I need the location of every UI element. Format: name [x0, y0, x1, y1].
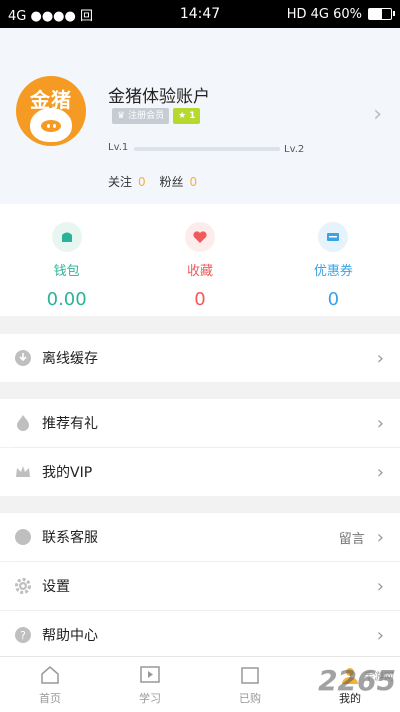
offline-cache-label: 离线缓存 [42, 351, 98, 367]
gear-icon [12, 575, 34, 597]
recommend-label: 推荐有礼 [42, 416, 98, 432]
tab-study-label: 学习 [139, 692, 161, 705]
download-icon [12, 347, 34, 369]
status-bar: 4G ●●●● 回 14:47 HD 4G 60% [0, 0, 400, 28]
account-name: 金猪体验账户 [108, 87, 210, 107]
fans-label[interactable]: 粉丝 [159, 175, 183, 189]
help-icon: ? [12, 624, 34, 646]
coupon-stat[interactable]: 优惠券 0 [267, 204, 400, 316]
menu-help[interactable]: ? 帮助中心 › [0, 611, 400, 659]
tab-home-label: 首页 [39, 692, 61, 705]
chevron-right-icon: › [376, 575, 384, 597]
flame-icon [12, 412, 34, 434]
menu-recommend[interactable]: 推荐有礼 › [0, 399, 400, 447]
favorites-label: 收藏 [186, 264, 213, 279]
level-start-label: Lv.1 [108, 142, 129, 153]
tab-home[interactable]: 首页 [0, 657, 100, 712]
coupon-label: 优惠券 [313, 264, 353, 279]
follow-label[interactable]: 关注 [108, 175, 132, 189]
favorites-stat[interactable]: 收藏 0 [133, 204, 266, 316]
play-icon [140, 666, 160, 683]
heart-icon [184, 222, 215, 252]
wallet-value: 0.00 [46, 289, 87, 310]
home-icon [41, 666, 59, 684]
chevron-right-icon[interactable]: › [373, 102, 382, 127]
wallet-label: 钱包 [53, 264, 80, 279]
follow-count[interactable]: 0 [138, 175, 146, 189]
message-link[interactable]: 留言 [339, 528, 365, 547]
vip-label: 我的VIP [42, 465, 93, 481]
service-icon [12, 526, 34, 548]
level-badge: ★ 1 [173, 108, 201, 124]
follow-row: 关注 0 粉丝 0 [108, 173, 207, 190]
menu-vip[interactable]: 我的VIP › [0, 448, 400, 496]
battery-icon [368, 8, 395, 20]
badge-row: ♛ 注册会员 ★ 1 [112, 108, 201, 124]
wallet-stat[interactable]: 钱包 0.00 [0, 204, 133, 316]
coupon-icon [318, 222, 349, 252]
bag-icon [241, 667, 259, 684]
settings-label: 设置 [42, 579, 70, 595]
coupon-value: 0 [327, 289, 340, 310]
menu-customer-service[interactable]: 联系客服 留言 › [0, 513, 400, 561]
avatar[interactable]: 金猪 [16, 76, 86, 146]
customer-service-label: 联系客服 [42, 530, 98, 546]
svg-text:?: ? [20, 629, 26, 642]
level-progress: Lv.1 Lv.2 [108, 140, 308, 160]
status-time: 14:47 [179, 6, 221, 22]
profile-header[interactable]: 金猪 金猪体验账户 ♛ 注册会员 ★ 1 Lv.1 Lv.2 关注 0 粉丝 0 › [0, 28, 400, 204]
level-badge-value: 1 [189, 111, 196, 121]
tab-purchased-label: 已购 [239, 692, 261, 705]
wallet-icon [51, 222, 82, 252]
tab-study[interactable]: 学习 [100, 657, 200, 712]
chevron-right-icon: › [376, 624, 384, 646]
help-label: 帮助中心 [42, 628, 98, 644]
member-badge: ♛ 注册会员 [112, 108, 170, 124]
star-icon: ★ [178, 111, 187, 121]
member-badge-label: 注册会员 [128, 111, 165, 121]
pig-logo-icon [30, 108, 72, 142]
chevron-right-icon: › [376, 526, 384, 548]
level-progress-bar [134, 147, 280, 151]
watermark-subtext: 手游网 [364, 672, 394, 683]
crown-icon: ♛ [117, 111, 126, 121]
favorites-value: 0 [194, 289, 206, 310]
menu-settings[interactable]: 设置 › [0, 562, 400, 610]
stats-row: 钱包 0.00 收藏 0 优惠券 0 [0, 204, 400, 316]
crown-icon [12, 461, 34, 483]
chevron-right-icon: › [376, 412, 384, 434]
fans-count[interactable]: 0 [190, 175, 198, 189]
menu-offline-cache[interactable]: 离线缓存 › [0, 334, 400, 382]
chevron-right-icon: › [376, 461, 384, 483]
chevron-right-icon: › [376, 347, 384, 369]
tab-purchased[interactable]: 已购 [200, 657, 300, 712]
level-end-label: Lv.2 [284, 144, 305, 155]
